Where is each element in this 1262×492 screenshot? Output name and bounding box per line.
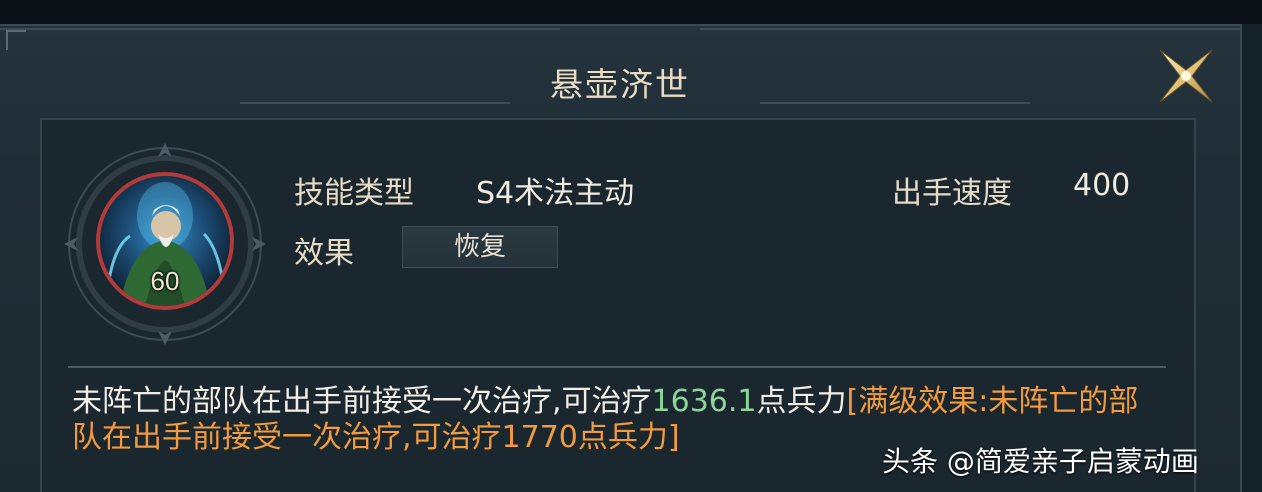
top-ornament-line-left bbox=[0, 28, 560, 30]
top-strip bbox=[0, 0, 1262, 24]
section-separator bbox=[68, 366, 1166, 368]
skill-type-value: S4术法主动 bbox=[476, 176, 635, 211]
watermark: 头条 @简爱亲子启蒙动画 bbox=[882, 445, 1199, 478]
speed-value: 400 bbox=[1073, 168, 1131, 203]
skill-type-label: 技能类型 bbox=[294, 176, 414, 211]
title-divider-left bbox=[240, 102, 510, 104]
skill-title: 悬壶济世 bbox=[550, 65, 690, 104]
skill-level: 60 bbox=[150, 266, 180, 296]
speed-label: 出手速度 bbox=[892, 176, 1012, 211]
description-unit: 点兵力 bbox=[756, 384, 847, 419]
top-ornament-line-right bbox=[700, 28, 1240, 30]
close-button[interactable] bbox=[1156, 46, 1216, 106]
skill-detail-screen: 悬壶济世 60 技能类型 S4术法主动 出手速度 400 效果 恢复 未阵亡的部… bbox=[0, 0, 1262, 492]
panel-corner-ornament bbox=[6, 30, 26, 50]
heal-value: 1636.1 bbox=[651, 384, 757, 419]
title-divider-right bbox=[760, 102, 1030, 104]
effect-tag: 恢复 bbox=[402, 226, 558, 268]
description-text: 未阵亡的部队在出手前接受一次治疗,可治疗 bbox=[72, 384, 652, 419]
effect-label: 效果 bbox=[294, 236, 354, 271]
close-x-icon bbox=[1159, 49, 1213, 103]
